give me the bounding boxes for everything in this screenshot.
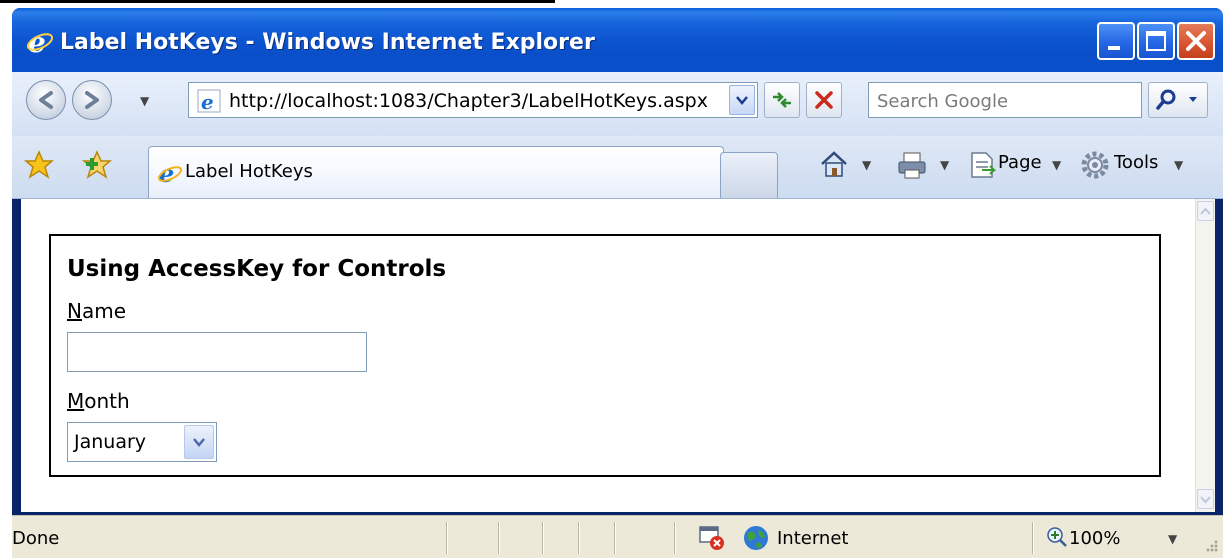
vertical-scrollbar[interactable] [1195,199,1215,512]
status-divider [498,522,500,554]
status-divider [674,522,676,554]
navigation-bar: ▼ e http://localhost:1083/Chapter3/Label… [12,72,1223,136]
new-tab-button[interactable] [720,152,778,198]
tools-gear-icon[interactable] [1080,150,1110,180]
search-box[interactable]: Search Google [868,82,1142,118]
minimize-button[interactable] [1097,22,1135,60]
month-select[interactable]: January [67,422,217,462]
search-button[interactable] [1148,82,1208,118]
address-dropdown-button[interactable] [729,85,755,115]
accesskey-panel: Using AccessKey for Controls Name Month … [49,234,1161,477]
page-menu-label[interactable]: Page [998,152,1042,173]
scroll-down-button[interactable] [1197,489,1214,509]
svg-text:e: e [201,90,214,113]
status-text: Done [12,528,60,549]
stop-icon [815,91,833,109]
minimize-icon [1108,46,1120,50]
month-selected-value: January [74,431,147,453]
page-heading: Using AccessKey for Controls [67,256,447,282]
tools-menu-label[interactable]: Tools [1114,152,1158,173]
forward-icon [85,91,99,109]
status-divider [446,522,448,554]
favorites-star-icon[interactable] [24,150,54,180]
status-divider [614,522,616,554]
status-divider [578,522,580,554]
ie-window: e Label HotKeys - Windows Internet Explo… [12,8,1223,558]
page-ie-icon: e [197,89,221,113]
ie-tab-icon: e [157,160,183,186]
chevron-down-icon [736,96,748,105]
scroll-up-button[interactable] [1197,201,1214,221]
search-placeholder[interactable]: Search Google [877,91,1008,112]
tab-toolbar: e Label HotKeys ▼ ▼ Page ▼ Tools ▼ [12,136,1223,199]
chevron-up-icon [1200,207,1211,215]
recent-pages-dropdown[interactable]: ▼ [140,94,149,108]
security-zone: Internet [777,528,849,549]
status-divider [542,522,544,554]
address-bar[interactable]: e http://localhost:1083/Chapter3/LabelHo… [188,82,758,118]
page-icon[interactable] [968,150,996,180]
month-access-key: M [67,389,85,413]
refresh-icon [773,92,791,108]
print-icon[interactable] [896,150,928,180]
page-dropdown[interactable]: ▼ [1052,158,1061,172]
add-favorites-icon[interactable] [82,150,112,180]
search-icon [1156,89,1197,110]
zoom-dropdown[interactable]: ▼ [1168,532,1177,546]
stop-button[interactable] [806,82,842,118]
home-icon[interactable] [818,148,850,180]
name-input[interactable] [67,332,367,372]
name-label[interactable]: Name [67,299,126,323]
status-divider [1032,522,1034,554]
address-text[interactable]: http://localhost:1083/Chapter3/LabelHotK… [229,90,708,112]
name-access-key: N [67,299,82,323]
refresh-button[interactable] [764,82,800,118]
maximize-button[interactable] [1137,22,1175,60]
name-label-text: ame [81,299,127,323]
page-content: Using AccessKey for Controls Name Month … [21,199,1214,512]
zoom-level[interactable]: 100% [1069,528,1120,549]
top-divider-line [0,0,555,3]
chevron-down-icon [1200,496,1211,504]
ie-logo-icon: e [26,26,54,56]
maximize-icon [1146,31,1166,51]
back-icon [39,91,53,109]
back-button[interactable] [26,80,66,120]
month-label-text: onth [84,389,130,413]
status-bar: Done Internet 100% ▼ [12,515,1223,558]
tools-dropdown[interactable]: ▼ [1174,158,1183,172]
window-title: Label HotKeys - Windows Internet Explore… [60,30,595,55]
resize-grip-icon[interactable] [1202,538,1220,556]
month-label[interactable]: Month [67,389,130,413]
tab-label-hotkeys[interactable]: e Label HotKeys [148,146,724,198]
close-icon [1186,31,1206,51]
home-dropdown[interactable]: ▼ [862,158,871,172]
globe-icon [744,526,768,550]
close-button[interactable] [1177,22,1215,60]
month-dropdown-button[interactable] [184,425,214,459]
chevron-down-icon [193,438,205,447]
print-dropdown[interactable]: ▼ [940,158,949,172]
zoom-icon[interactable] [1046,526,1068,548]
tab-label: Label HotKeys [185,161,313,182]
popup-blocked-icon[interactable] [698,524,726,552]
forward-button[interactable] [72,80,112,120]
